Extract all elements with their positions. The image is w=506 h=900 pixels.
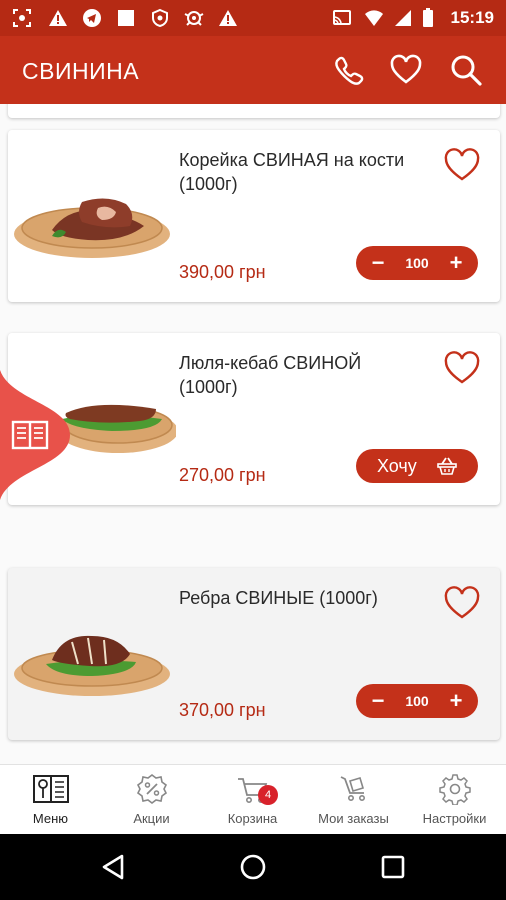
minus-icon[interactable]: − bbox=[364, 686, 392, 716]
product-image bbox=[14, 635, 170, 696]
favorite-heart-icon[interactable] bbox=[444, 351, 480, 385]
favorites-heart-icon[interactable] bbox=[388, 52, 424, 88]
page-title: СВИНИНА bbox=[22, 58, 140, 84]
square-icon bbox=[118, 10, 134, 26]
orders-cart-icon bbox=[340, 776, 365, 801]
product-price: 370,00 грн bbox=[179, 700, 266, 720]
nav-item-promotions[interactable]: Акции bbox=[101, 765, 202, 835]
recents-icon[interactable] bbox=[376, 850, 410, 884]
quantity-stepper[interactable]: − 100 + bbox=[356, 684, 478, 718]
cast-icon bbox=[333, 10, 351, 25]
nav-item-settings[interactable]: Настройки bbox=[404, 765, 505, 835]
product-card[interactable]: Люля-кебаб СВИНОЙ (1000г) 270,00 грн Хоч… bbox=[8, 333, 500, 505]
product-card[interactable]: Ребра СВИНЫЕ (1000г) 370,00 грн − 100 + bbox=[8, 568, 500, 740]
product-name: Люля-кебаб СВИНОЙ (1000г) bbox=[179, 353, 362, 397]
wifi-icon bbox=[365, 10, 383, 26]
battery-icon bbox=[423, 8, 433, 27]
screenshot-icon bbox=[13, 9, 31, 27]
phone-icon[interactable] bbox=[330, 52, 366, 88]
system-navigation-bar bbox=[0, 834, 506, 900]
telegram-icon bbox=[83, 9, 101, 27]
product-name: Корейка СВИНАЯ на кости (1000г) bbox=[179, 150, 405, 194]
product-name: Ребра СВИНЫЕ (1000г) bbox=[179, 588, 378, 608]
warning-icon bbox=[49, 10, 67, 26]
nav-item-label: Мои заказы bbox=[318, 811, 389, 826]
bottom-navigation: Меню Акции 4 Корзина Мои заказы Настройк… bbox=[0, 764, 506, 834]
nav-item-label: Акции bbox=[133, 811, 170, 826]
nav-item-label: Меню bbox=[32, 811, 69, 826]
status-time: 15:19 bbox=[450, 8, 494, 27]
product-image bbox=[14, 198, 170, 258]
app-bar: СВИНИНА bbox=[0, 36, 506, 104]
settings-gear-icon bbox=[439, 774, 471, 805]
back-icon[interactable] bbox=[96, 850, 130, 884]
product-price: 390,00 грн bbox=[179, 262, 266, 282]
product-price: 270,00 грн bbox=[179, 465, 266, 485]
cart-count-badge: 4 bbox=[258, 785, 278, 805]
quantity-value: 100 bbox=[405, 255, 429, 271]
favorite-heart-icon[interactable] bbox=[444, 586, 480, 620]
status-bar: 15:19 bbox=[0, 0, 506, 36]
bug-icon bbox=[184, 11, 204, 26]
warning-icon bbox=[219, 10, 237, 26]
want-button-label: Хочу bbox=[377, 456, 417, 476]
quantity-value: 100 bbox=[405, 693, 429, 709]
catalog-menu-button[interactable] bbox=[0, 370, 70, 500]
nav-item-label: Настройки bbox=[422, 811, 487, 826]
search-icon[interactable] bbox=[448, 52, 484, 88]
nav-item-cart[interactable]: 4 Корзина bbox=[202, 765, 303, 835]
plus-icon[interactable]: + bbox=[442, 686, 470, 716]
home-icon[interactable] bbox=[236, 850, 270, 884]
nav-item-label: Корзина bbox=[227, 811, 278, 826]
plus-icon[interactable]: + bbox=[442, 248, 470, 278]
basket-icon bbox=[437, 457, 457, 475]
nav-item-menu[interactable]: Меню bbox=[0, 765, 101, 835]
nav-item-orders[interactable]: Мои заказы bbox=[303, 765, 404, 835]
want-button[interactable]: Хочу bbox=[356, 449, 478, 483]
product-card[interactable]: Корейка СВИНАЯ на кости (1000г) 390,00 г… bbox=[8, 130, 500, 302]
minus-icon[interactable]: − bbox=[364, 248, 392, 278]
product-list[interactable]: Корейка СВИНАЯ на кости (1000г) 390,00 г… bbox=[0, 104, 506, 764]
product-card-partial bbox=[8, 104, 500, 118]
shield-icon bbox=[152, 8, 168, 28]
menu-book-icon bbox=[33, 775, 69, 803]
quantity-stepper[interactable]: − 100 + bbox=[356, 246, 478, 280]
signal-icon bbox=[395, 10, 411, 26]
discount-icon bbox=[136, 774, 168, 804]
favorite-heart-icon[interactable] bbox=[444, 148, 480, 182]
